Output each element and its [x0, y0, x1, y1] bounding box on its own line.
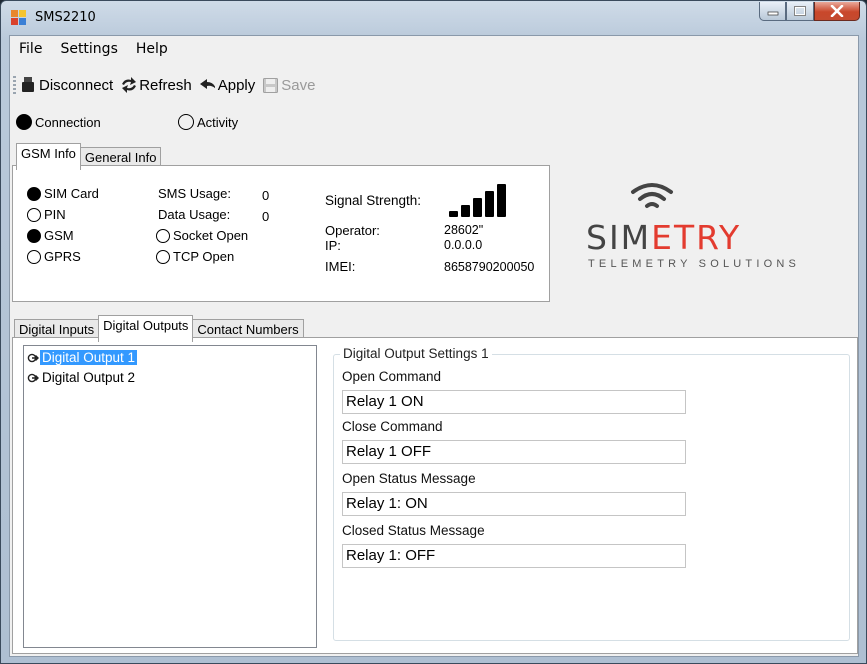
refresh-button[interactable]: Refresh [120, 77, 192, 94]
sms-usage-value: 0 [262, 188, 270, 203]
tree-item-output-1[interactable]: Digital Output 1 [27, 349, 139, 366]
tcp-open-led-icon [156, 249, 170, 264]
sms-usage-label: SMS Usage: [158, 186, 231, 201]
socket-open-label: Socket Open [173, 228, 249, 243]
signal-bar [497, 184, 506, 217]
gprs-led-icon [27, 249, 41, 264]
connection-label: Connection [35, 114, 101, 130]
output-settings-group: Digital Output Settings 1 Open Command R… [333, 346, 850, 641]
menu-settings[interactable]: Settings [51, 38, 126, 60]
tcp-open-label: TCP Open [173, 249, 235, 264]
gsm-indicator: GSM [27, 228, 74, 243]
close-icon [830, 5, 844, 17]
connection-led-icon [16, 114, 32, 130]
tcp-open-indicator: TCP Open [156, 249, 234, 264]
imei-label: IMEI: [325, 259, 356, 274]
logo-text-left: SIM [586, 218, 652, 257]
menu-help[interactable]: Help [127, 38, 177, 60]
refresh-label: Refresh [139, 76, 192, 94]
signal-bar [485, 191, 494, 217]
signal-strength-icon [449, 183, 509, 217]
pin-led-icon [27, 207, 41, 222]
sim-card-indicator: SIM Card [27, 186, 99, 201]
tab-digital-outputs[interactable]: Digital Outputs [98, 315, 194, 342]
open-status-label: Open Status Message [342, 471, 476, 486]
signal-bar [473, 198, 482, 217]
app-icon[interactable] [11, 10, 27, 26]
data-usage-label: Data Usage: [158, 207, 231, 222]
simetry-logo: SIMETRY TELEMETRY SOLUTIONS [582, 180, 822, 270]
digital-outputs-panel: Digital Output 1 Digital Output 2 Digita… [12, 337, 858, 654]
activity-label: Activity [197, 114, 239, 130]
close-command-label: Close Command [342, 419, 443, 434]
data-usage-value: 0 [262, 209, 270, 224]
outputs-tree[interactable]: Digital Output 1 Digital Output 2 [23, 345, 317, 648]
close-command-field[interactable]: Relay 1 OFF [342, 440, 686, 464]
gsm-led-icon [27, 228, 41, 243]
imei-value: 8658790200050 [444, 260, 535, 274]
save-button[interactable]: Save [262, 77, 315, 94]
sim-card-led-icon [27, 186, 41, 201]
connection-indicator: Connection [16, 114, 178, 130]
open-command-field[interactable]: Relay 1 ON [342, 390, 686, 414]
closed-status-label: Closed Status Message [342, 523, 485, 538]
activity-indicator: Activity [178, 114, 238, 130]
client-area: File Settings Help Disconnect Refresh Ap… [9, 35, 859, 657]
maximize-button[interactable] [786, 2, 814, 21]
pin-label: PIN [44, 207, 66, 222]
apply-button[interactable]: Apply [199, 76, 256, 94]
open-status-field[interactable]: Relay 1: ON [342, 492, 686, 516]
undo-arrow-icon [199, 77, 215, 93]
gsm-info-panel: SIM Card PIN GSM GPRS SMS Usage: 0 Data … [12, 165, 550, 302]
apply-label: Apply [217, 76, 256, 94]
closed-status-field[interactable]: Relay 1: OFF [342, 544, 686, 568]
tree-item-label: Digital Output 2 [42, 370, 136, 385]
signal-bar [449, 211, 458, 217]
minimize-button[interactable] [759, 2, 786, 21]
usb-plug-icon [20, 77, 36, 93]
save-icon [262, 77, 278, 93]
gprs-indicator: GPRS [27, 249, 81, 264]
ip-value: 0.0.0.0 [444, 238, 483, 252]
tree-item-label: Digital Output 1 [38, 349, 139, 366]
logo-text-right: ETRY [651, 218, 742, 257]
gsm-label: GSM [44, 228, 74, 243]
sim-card-label: SIM Card [44, 186, 99, 201]
socket-open-indicator: Socket Open [156, 228, 248, 243]
open-command-label: Open Command [342, 369, 442, 384]
logo-wordmark: SIMETRY [586, 218, 741, 257]
minimize-icon [767, 11, 778, 16]
activity-led-icon [178, 114, 194, 130]
output-arrow-icon [27, 372, 39, 384]
toolbar-grip[interactable] [13, 76, 16, 94]
status-row: Connection Activity [16, 114, 238, 130]
output-arrow-icon [27, 352, 39, 364]
pin-indicator: PIN [27, 207, 66, 222]
app-window: SMS2210 File Settings Help Disconnect Re… [0, 0, 867, 664]
wifi-signal-icon [631, 183, 673, 208]
tree-item-output-2[interactable]: Digital Output 2 [27, 369, 137, 386]
disconnect-label: Disconnect [39, 76, 114, 94]
maximize-icon [794, 6, 806, 16]
tab-gsm-info[interactable]: GSM Info [16, 143, 81, 170]
signal-bar [461, 205, 470, 217]
menu-bar: File Settings Help [10, 38, 177, 60]
menu-file[interactable]: File [10, 38, 51, 60]
window-title: SMS2210 [35, 10, 96, 25]
gprs-label: GPRS [44, 249, 81, 264]
ip-label: IP: [325, 238, 341, 253]
logo-tagline: TELEMETRY SOLUTIONS [588, 258, 801, 270]
operator-label: Operator: [325, 223, 380, 238]
save-label: Save [281, 76, 316, 94]
disconnect-button[interactable]: Disconnect [20, 77, 113, 94]
close-button[interactable] [814, 2, 860, 21]
socket-open-led-icon [156, 228, 170, 243]
title-bar[interactable]: SMS2210 [1, 1, 866, 35]
refresh-icon [120, 77, 137, 93]
signal-strength-label: Signal Strength: [325, 193, 422, 208]
output-settings-title: Digital Output Settings 1 [340, 346, 492, 361]
operator-value: 28602" [444, 223, 484, 237]
toolbar: Disconnect Refresh Apply Save [10, 72, 322, 98]
